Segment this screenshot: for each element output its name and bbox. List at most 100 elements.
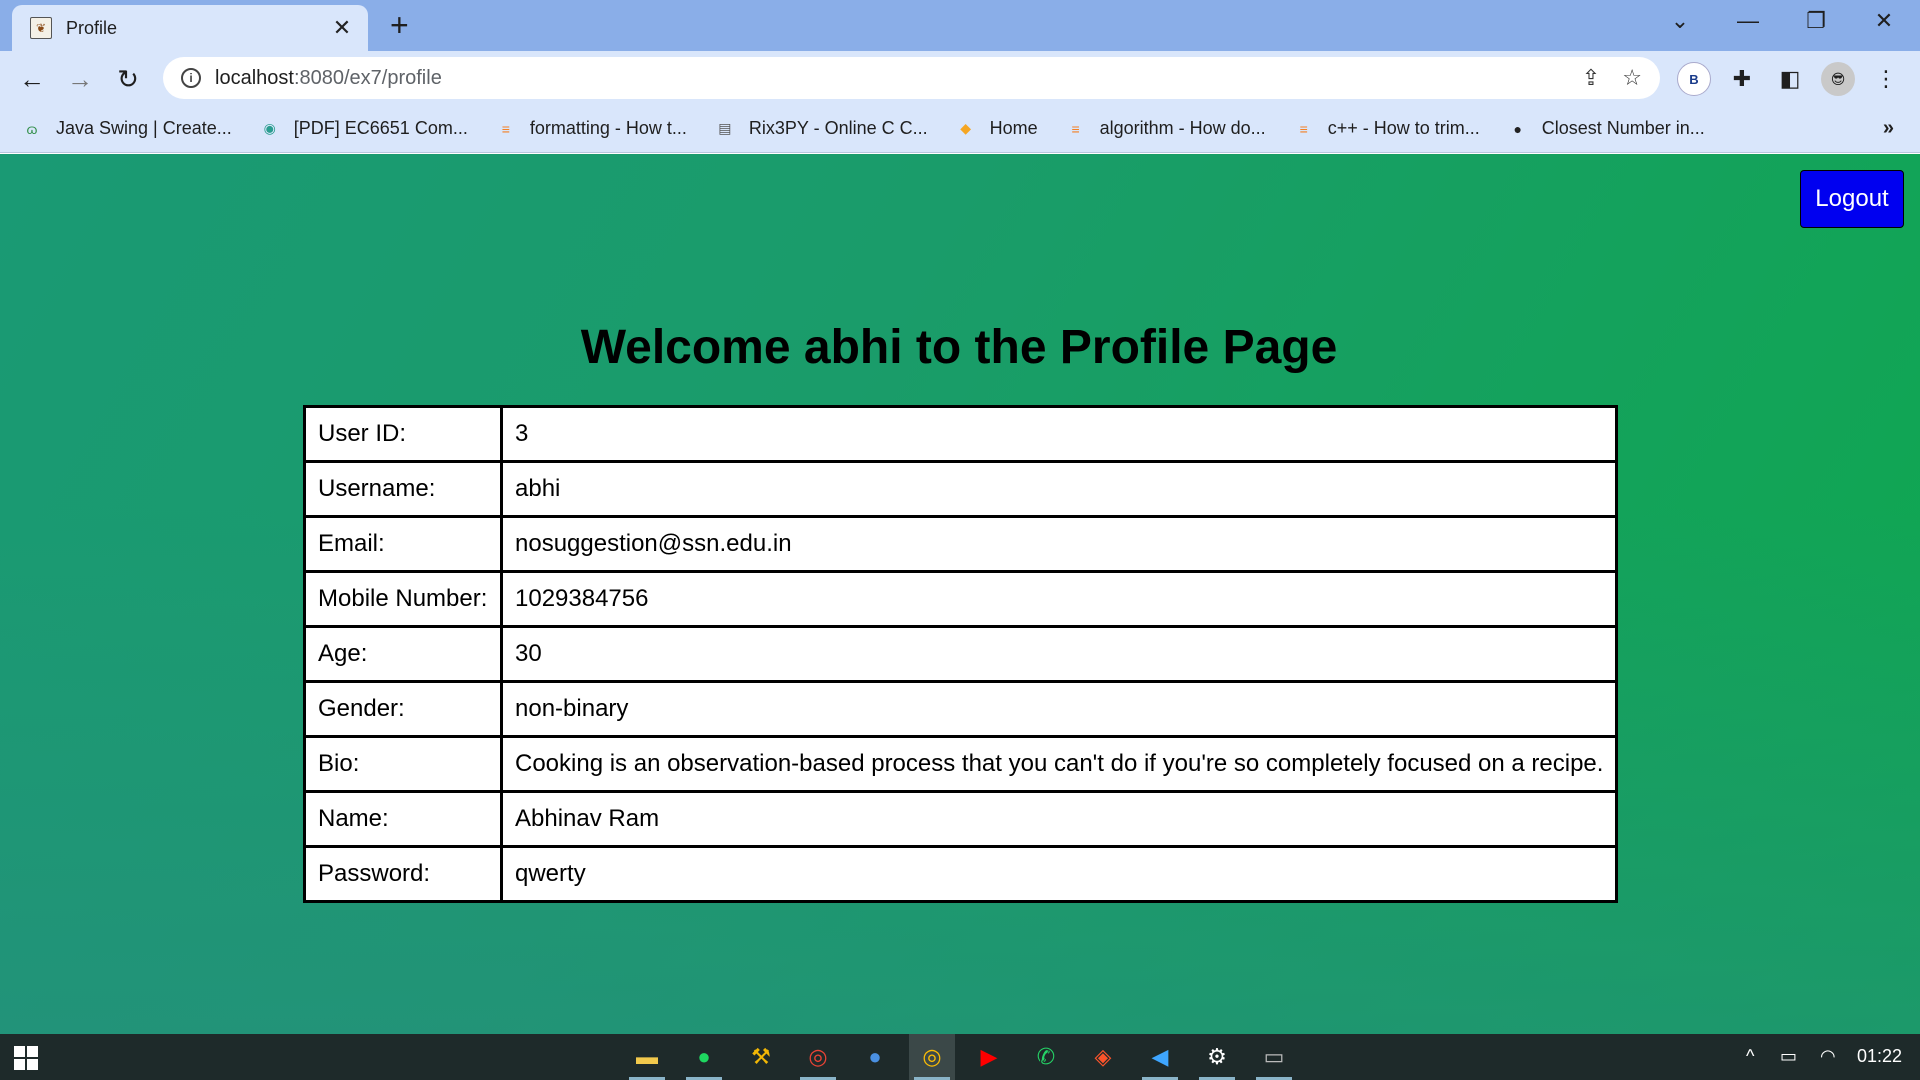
chrome-icon[interactable]: ◎ (795, 1034, 841, 1080)
bookmark-item[interactable]: ● Closest Number in... (1506, 117, 1705, 141)
whatsapp-icon[interactable]: ✆ (1023, 1034, 1069, 1080)
table-row: Username: abhi (303, 460, 1619, 518)
world-icon: ● (1513, 120, 1522, 137)
spotify-web-icon[interactable]: ● (852, 1034, 898, 1080)
field-value: non-binary (499, 680, 1619, 738)
logout-button[interactable]: Logout (1800, 170, 1904, 228)
profile-table: User ID: 3 Username: abhi Email: nosuggestion… (303, 405, 1619, 903)
bookmark-item[interactable]: ◉ [PDF] EC6651 Com... (258, 117, 468, 141)
file-explorer-icon[interactable]: ▬ (624, 1034, 670, 1080)
tomcat-favicon-icon: ❦ (30, 17, 52, 39)
restore-button[interactable]: ❐ (1796, 8, 1836, 34)
stackoverflow-icon: ≡ (501, 120, 510, 137)
tab-profile[interactable]: ❦ Profile ✕ (12, 5, 368, 51)
bookmark-item[interactable]: ▤ Rix3PY - Online C C... (713, 117, 928, 141)
minimize-button[interactable]: — (1728, 8, 1768, 34)
field-label: Bio: (303, 735, 503, 793)
field-value: 30 (499, 625, 1619, 683)
bookmark-item[interactable]: ◆ Home (954, 117, 1038, 141)
side-panel-icon[interactable]: ◧ (1772, 61, 1808, 97)
field-label: Age: (303, 625, 503, 683)
bookmark-label: Home (989, 118, 1038, 138)
close-window-button[interactable]: ✕ (1864, 8, 1904, 34)
field-label: Gender: (303, 680, 503, 738)
windows-start-icon[interactable] (14, 1046, 38, 1070)
url-text[interactable]: localhost:8080/ex7/profile (215, 67, 1560, 90)
share-icon[interactable]: ⇪ (1582, 65, 1600, 91)
brave-icon[interactable]: ◈ (1080, 1034, 1126, 1080)
settings-icon[interactable]: ⚙ (1194, 1034, 1240, 1080)
address-bar[interactable]: i localhost:8080/ex7/profile ⇪ ☆ (163, 57, 1660, 99)
new-tab-button[interactable]: + (390, 9, 409, 41)
tab-title: Profile (66, 17, 118, 38)
back-button[interactable]: ← (16, 63, 48, 95)
field-label: User ID: (303, 405, 503, 463)
table-row: Name: Abhinav Ram (303, 790, 1619, 848)
box-icon: ◆ (960, 120, 971, 136)
bookmark-item[interactable]: ≡ algorithm - How do... (1064, 117, 1266, 141)
tab-strip: ❦ Profile ✕ + ⌄ — ❐ ✕ (0, 0, 1920, 51)
bookmark-label: formatting - How t... (529, 118, 687, 138)
avatar-sunglasses-icon: 😎 (1821, 62, 1855, 96)
tab-close-icon[interactable]: ✕ (330, 15, 354, 41)
bookmarks-overflow-icon[interactable]: » (1883, 117, 1894, 140)
field-label: Email: (303, 515, 503, 573)
url-path: :8080/ex7/profile (293, 66, 442, 89)
bookmark-label: Rix3PY - Online C C... (748, 118, 928, 138)
bookmark-label: algorithm - How do... (1099, 118, 1266, 138)
field-value: 3 (499, 405, 1619, 463)
site-info-icon[interactable]: i (181, 68, 201, 88)
profile-b-icon: B (1677, 62, 1711, 96)
battery-icon[interactable]: ▭ (1780, 1046, 1797, 1067)
extensions-puzzle-icon[interactable]: ✚ (1724, 61, 1760, 97)
field-value: abhi (499, 460, 1619, 518)
forward-button[interactable]: → (64, 63, 96, 95)
profile-avatar[interactable]: 😎 (1820, 61, 1856, 97)
bookmark-label: [PDF] EC6651 Com... (293, 118, 468, 138)
stackoverflow-icon: ≡ (1071, 120, 1080, 137)
field-label: Username: (303, 460, 503, 518)
page-title-text: Welcome abhi to the Profile Page (580, 321, 1338, 374)
browser-menu-icon[interactable]: ⋮ (1868, 61, 1904, 97)
bookmarks-bar: ɷ Java Swing | Create... ◉ [PDF] EC6651 Com… (0, 105, 1920, 153)
field-value: nosuggestion@ssn.edu.in (499, 515, 1619, 573)
table-row: Password: qwerty (303, 845, 1619, 903)
field-value: Abhinav Ram (499, 790, 1619, 848)
table-row: Gender: non-binary (303, 680, 1619, 738)
field-label: Mobile Number: (303, 570, 503, 628)
gfg-icon: ɷ (26, 120, 38, 137)
wifi-icon[interactable]: ◠ (1820, 1046, 1836, 1067)
page-title: Welcome abhi to the Profile Page (0, 320, 1920, 375)
bookmark-item[interactable]: ≡ c++ - How to trim... (1292, 117, 1480, 141)
bookmark-star-icon[interactable]: ☆ (1622, 65, 1642, 91)
terminal-icon[interactable]: ▭ (1251, 1034, 1297, 1080)
tab-search-icon[interactable]: ⌄ (1660, 8, 1700, 34)
table-row: User ID: 3 (303, 405, 1619, 463)
ideone-icon: ▤ (718, 120, 732, 136)
profile-page: Logout Welcome abhi to the Profile Page … (0, 154, 1920, 1034)
field-value: Cooking is an observation-based process … (499, 735, 1619, 793)
table-row: Bio: Cooking is an observation-based proc… (303, 735, 1619, 793)
tray-chevron-icon[interactable]: ^ (1746, 1046, 1754, 1067)
bookmark-item[interactable]: ≡ formatting - How t... (494, 117, 687, 141)
taskbar-clock[interactable]: 01:22 (1857, 1046, 1902, 1067)
vscode-icon[interactable]: ◀ (1137, 1034, 1183, 1080)
bookmark-label: c++ - How to trim... (1327, 118, 1480, 138)
windows-taskbar: ▬ ● ⚒ ◎ ● ◎ ▶ ✆ ◈ ◀ ⚙ ▭ ^ ▭ ◠ 01:22 (0, 1034, 1920, 1080)
bookmark-label: Closest Number in... (1541, 118, 1705, 138)
stackoverflow-icon: ≡ (1299, 120, 1308, 137)
url-host: localhost (215, 66, 294, 89)
reload-button[interactable]: ↻ (112, 63, 144, 95)
table-row: Mobile Number: 1029384756 (303, 570, 1619, 628)
profile-b-extension[interactable]: B (1676, 61, 1712, 97)
globe-icon: ◉ (263, 120, 276, 136)
table-row: Email: nosuggestion@ssn.edu.in (303, 515, 1619, 573)
spotify-icon[interactable]: ● (681, 1034, 727, 1080)
chrome-active-icon[interactable]: ◎ (909, 1034, 955, 1080)
youtube-icon[interactable]: ▶ (966, 1034, 1012, 1080)
table-row: Age: 30 (303, 625, 1619, 683)
field-label: Password: (303, 845, 503, 903)
field-value: qwerty (499, 845, 1619, 903)
stackbuilder-icon[interactable]: ⚒ (738, 1034, 784, 1080)
bookmark-item[interactable]: ɷ Java Swing | Create... (20, 117, 232, 141)
